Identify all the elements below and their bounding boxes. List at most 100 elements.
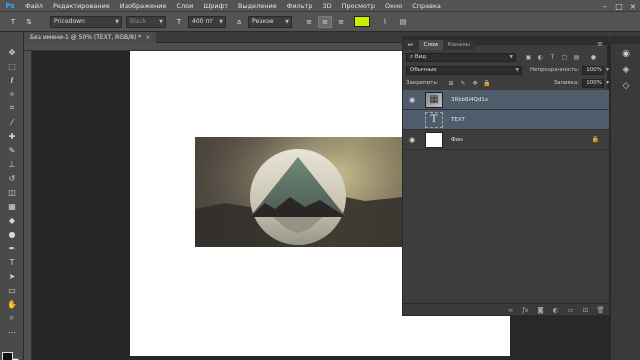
- menu-type[interactable]: Шрифт: [198, 2, 233, 10]
- type-tool-icon[interactable]: T: [3, 256, 21, 268]
- blur-tool-icon[interactable]: ◆: [3, 214, 21, 226]
- eye-icon[interactable]: ◉: [403, 96, 421, 104]
- adjustment-layer-icon[interactable]: ◐: [551, 306, 560, 314]
- horizontal-ruler: [24, 43, 402, 51]
- menu-file[interactable]: Файл: [20, 2, 48, 10]
- font-family-select[interactable]: Pricedown ▼: [50, 15, 122, 28]
- menu-layers[interactable]: Слои: [171, 2, 198, 10]
- character-panel-icon[interactable]: ▤: [396, 16, 410, 28]
- styles-panel-icon[interactable]: ◇: [619, 80, 633, 92]
- chevron-down-icon[interactable]: ▾: [606, 80, 609, 86]
- filter-pixel-icon[interactable]: ▣: [524, 53, 533, 62]
- tab-layers[interactable]: Слои: [418, 40, 443, 50]
- menu-image[interactable]: Изображение: [115, 2, 172, 10]
- chevron-down-icon: ▼: [159, 18, 163, 25]
- layer-row-smart-object[interactable]: ◉ ▦ 3Rkb8i4Qd1x: [403, 90, 609, 110]
- chevron-down-icon: ▼: [515, 67, 519, 73]
- magic-wand-icon[interactable]: ✧: [3, 88, 21, 100]
- filter-shape-icon[interactable]: ▢: [560, 53, 569, 62]
- layer-filter-row: ⌕ Вид ▼ ▣ ◐ T ▢ ▤ ●: [403, 51, 609, 63]
- opacity-field[interactable]: 100%: [582, 65, 605, 75]
- new-layer-icon[interactable]: ⊡: [581, 306, 590, 314]
- new-group-icon[interactable]: ▭: [566, 306, 575, 314]
- photoshop-logo: Ps: [5, 1, 15, 10]
- align-right-icon[interactable]: ≡: [334, 16, 348, 28]
- foreground-color-swatch[interactable]: [2, 352, 13, 360]
- filter-adjust-icon[interactable]: ◐: [536, 53, 545, 62]
- panel-collapse-tab[interactable]: ▸▸: [403, 40, 419, 50]
- chevron-down-icon[interactable]: ▾: [606, 67, 609, 73]
- triangle-circle-artwork: [195, 137, 403, 247]
- crop-tool-icon[interactable]: ⌗: [3, 102, 21, 114]
- align-left-icon[interactable]: ≡: [302, 16, 316, 28]
- gradient-tool-icon[interactable]: ▦: [3, 200, 21, 212]
- type-tool-preset-icon[interactable]: T: [6, 16, 20, 28]
- eraser-tool-icon[interactable]: ◫: [3, 186, 21, 198]
- eyedropper-icon[interactable]: ⁄: [3, 116, 21, 128]
- hand-tool-icon[interactable]: ✋: [3, 298, 21, 310]
- menu-filter[interactable]: Фильтр: [282, 2, 318, 10]
- close-tab-icon[interactable]: ×: [145, 34, 150, 41]
- maximize-icon[interactable]: □: [612, 2, 626, 11]
- color-panel-icon[interactable]: ◉: [619, 48, 633, 60]
- lock-transparency-icon[interactable]: ⊞: [447, 79, 456, 88]
- antialias-select[interactable]: Резкое ▼: [248, 15, 292, 28]
- document-tab[interactable]: Без имени-1 @ 50% (TEXT, RGB/8) * ×: [24, 32, 157, 43]
- delete-layer-icon[interactable]: 🗑: [596, 306, 605, 314]
- eye-icon[interactable]: ◉: [403, 136, 421, 144]
- menu-view[interactable]: Просмотр: [337, 2, 380, 10]
- toggle-orientation-icon[interactable]: ⇅: [22, 16, 36, 28]
- panel-menu-icon[interactable]: ≡: [597, 40, 603, 48]
- zoom-tool-icon[interactable]: ⌕: [3, 312, 21, 324]
- link-layers-icon[interactable]: ∞: [506, 306, 515, 314]
- edit-toolbar-icon[interactable]: ⋯: [3, 326, 21, 338]
- blend-row: Обычные ▼ Непрозрачность: 100% ▾: [403, 64, 609, 76]
- minimize-icon[interactable]: –: [598, 2, 612, 11]
- clone-stamp-icon[interactable]: ⊥: [3, 158, 21, 170]
- tab-channels[interactable]: Каналы: [442, 40, 475, 50]
- layer-style-icon[interactable]: ƒx: [521, 306, 530, 314]
- marquee-tool-icon[interactable]: ⬚: [3, 60, 21, 72]
- align-center-icon[interactable]: ≡: [318, 15, 332, 28]
- layer-row-background[interactable]: ◉ Фон 🔒: [403, 130, 609, 150]
- lock-all-icon[interactable]: 🔒: [482, 79, 491, 88]
- lock-position-icon[interactable]: ✥: [471, 79, 480, 88]
- window-controls: – □ ×: [598, 0, 640, 12]
- menu-select[interactable]: Выделение: [233, 2, 282, 10]
- menu-help[interactable]: Справка: [407, 2, 446, 10]
- shape-tool-icon[interactable]: ▭: [3, 284, 21, 296]
- layer-mask-icon[interactable]: ◙: [536, 306, 545, 314]
- menu-edit[interactable]: Редактирование: [48, 2, 115, 10]
- font-style-select[interactable]: Black ▼: [126, 15, 166, 28]
- layers-panel-footer: ∞ ƒx ◙ ◐ ▭ ⊡ 🗑: [403, 303, 609, 315]
- lock-icon: 🔒: [591, 136, 599, 143]
- filter-type-icon[interactable]: T: [548, 53, 557, 62]
- filter-toggle-icon[interactable]: ●: [589, 53, 598, 62]
- panel-tab-bar: ▸▸ Слои Каналы: [403, 40, 475, 50]
- canvas-image[interactable]: [195, 137, 403, 247]
- pen-tool-icon[interactable]: ✒: [3, 242, 21, 254]
- lasso-tool-icon[interactable]: ℓ: [3, 74, 21, 86]
- fill-field[interactable]: 100%: [582, 78, 605, 88]
- text-color-swatch[interactable]: [354, 16, 370, 27]
- move-tool-icon[interactable]: ✥: [3, 46, 21, 58]
- menu-window[interactable]: Окно: [380, 2, 407, 10]
- warp-text-icon[interactable]: ⌇: [378, 16, 392, 28]
- layer-filter-select[interactable]: ⌕ Вид ▼: [406, 52, 516, 62]
- font-size-field[interactable]: 400 пт ▼: [188, 15, 226, 28]
- brush-tool-icon[interactable]: ✎: [3, 144, 21, 156]
- tools-panel: ✥ ⬚ ℓ ✧ ⌗ ⁄ ✚ ✎ ⊥ ↺ ◫ ▦ ◆ ● ✒ T ➤ ▭ ✋ ⌕ …: [0, 32, 24, 360]
- history-brush-icon[interactable]: ↺: [3, 172, 21, 184]
- layer-row-text[interactable]: T TEXT: [403, 110, 609, 130]
- healing-brush-icon[interactable]: ✚: [3, 130, 21, 142]
- dodge-tool-icon[interactable]: ●: [3, 228, 21, 240]
- lock-pixels-icon[interactable]: ✎: [459, 79, 468, 88]
- filter-smart-icon[interactable]: ▤: [572, 53, 581, 62]
- fill-label: Заливка:: [553, 80, 580, 86]
- menu-3d[interactable]: 3D: [317, 2, 336, 10]
- close-icon[interactable]: ×: [626, 2, 640, 11]
- path-selection-icon[interactable]: ➤: [3, 270, 21, 282]
- smart-object-thumbnail: ▦: [425, 91, 443, 108]
- swatches-panel-icon[interactable]: ◈: [619, 64, 633, 76]
- blend-mode-select[interactable]: Обычные ▼: [406, 65, 522, 75]
